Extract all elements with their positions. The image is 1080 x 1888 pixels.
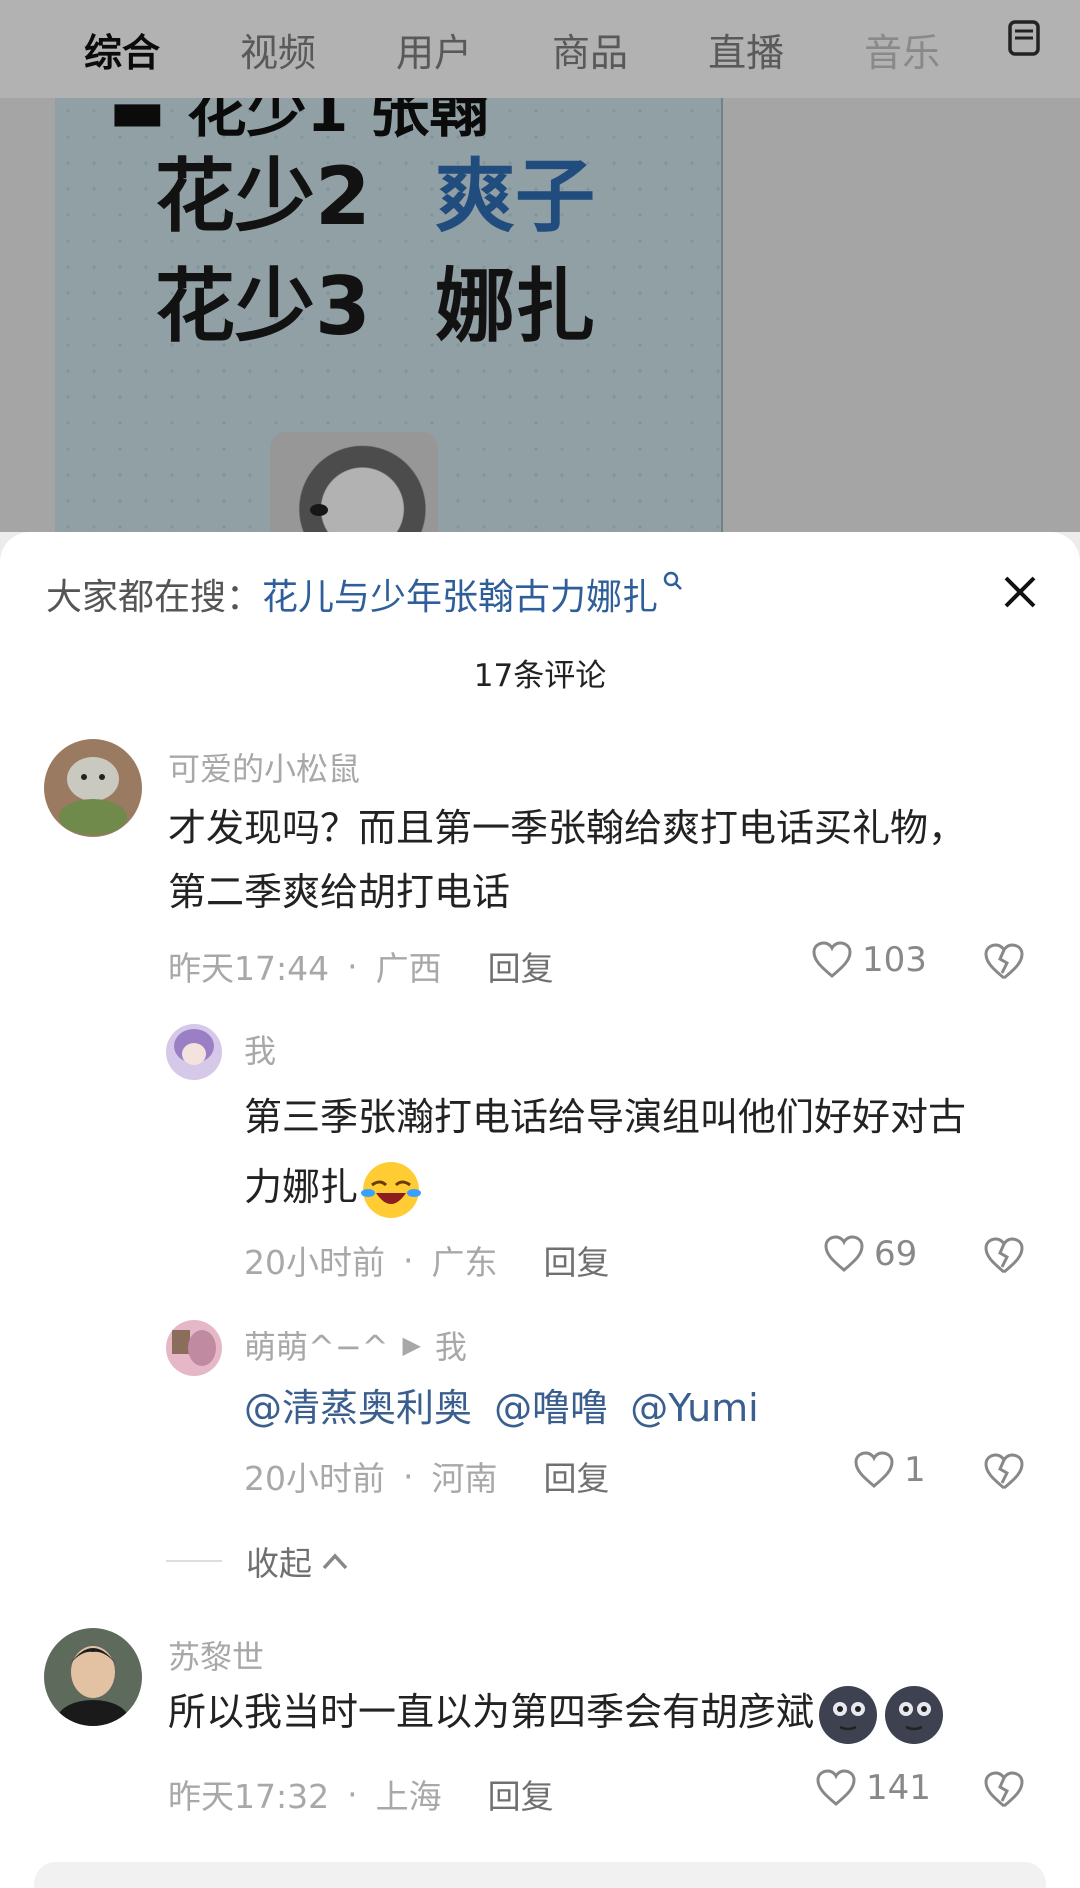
heart-icon [824, 1235, 864, 1272]
comment-username-row: 萌萌^−^ ▶ 我 [244, 1322, 467, 1368]
heart-icon [816, 1769, 856, 1806]
like-count: 69 [874, 1234, 918, 1274]
comment-location: 广东 [431, 1243, 498, 1282]
comment-input-bar[interactable] [34, 1862, 1046, 1888]
collapse-label: 收起 [246, 1544, 312, 1583]
divider [166, 1560, 222, 1562]
like-button[interactable]: 1 [852, 1450, 926, 1490]
broken-heart-icon[interactable] [982, 1452, 1026, 1492]
like-count: 1 [904, 1450, 926, 1490]
avatar[interactable] [44, 739, 142, 837]
avatar[interactable] [166, 1024, 222, 1080]
trending-prefix: 大家都在搜： [46, 577, 263, 618]
comment-location: 河南 [431, 1459, 498, 1498]
broken-heart-icon[interactable] [982, 1770, 1026, 1810]
trending-query-link[interactable]: 花儿与少年张翰古力娜扎 [262, 568, 658, 620]
comment-meta: 20小时前 · 河南 回复 [244, 1452, 610, 1500]
reply-target-username[interactable]: 我 [435, 1322, 467, 1368]
comment-username[interactable]: 苏黎世 [168, 1632, 264, 1678]
mention-link[interactable]: @噜噜 [494, 1386, 608, 1430]
comment-meta: 20小时前 · 广东 回复 [244, 1236, 610, 1284]
laughing-crying-emoji-icon [361, 1161, 422, 1218]
chevron-up-icon [322, 1553, 348, 1570]
comment-text: 所以我当时一直以为第四季会有胡彦斌 [168, 1680, 946, 1747]
close-icon[interactable] [1000, 572, 1040, 612]
reply-to-arrow-icon: ▶ [402, 1331, 421, 1359]
comment-meta: 昨天17:32 · 上海 回复 [168, 1770, 554, 1818]
comment-meta: 昨天17:44 · 广西 回复 [168, 942, 554, 990]
search-icon [663, 571, 682, 590]
avatar[interactable] [44, 1628, 142, 1726]
comment-username[interactable]: 萌萌^−^ [244, 1322, 388, 1368]
mention-link[interactable]: @清蒸奥利奥 [244, 1386, 472, 1430]
comment-text: @清蒸奥利奥 @噜噜 @Yumi [244, 1376, 759, 1440]
like-count: 103 [862, 940, 927, 980]
mention-link[interactable]: @Yumi [630, 1386, 759, 1430]
comment-time: 20小时前 [244, 1243, 385, 1282]
comment-text: 才发现吗？而且第一季张翰给爽打电话买礼物， 第二季爽给胡打电话 [168, 806, 967, 914]
comment-time: 昨天17:44 [168, 949, 330, 988]
comment-location: 广西 [375, 949, 442, 988]
comment-text: 第三季张瀚打电话给导演组叫他们好好对古 力娜扎 [244, 1082, 966, 1222]
like-count: 141 [866, 1768, 931, 1808]
like-button[interactable]: 141 [814, 1768, 931, 1808]
comment-sheet: 大家都在搜： 花儿与少年张翰古力娜扎 17条评论 可爱的小松鼠 才发现吗？而且第… [0, 532, 1080, 1888]
dim-overlay [0, 0, 1080, 532]
comment-count: 17条评论 [473, 658, 607, 694]
collapse-replies-button[interactable]: 收起 [166, 1537, 350, 1585]
reply-button[interactable]: 回复 [488, 1770, 554, 1818]
heart-icon [812, 941, 852, 978]
comment-username[interactable]: 可爱的小松鼠 [168, 744, 360, 790]
comment-time: 昨天17:32 [168, 1777, 330, 1816]
reply-button[interactable]: 回复 [544, 1236, 610, 1284]
new-moon-face-emoji-icon [885, 1685, 944, 1744]
comment-username[interactable]: 我 [244, 1026, 276, 1072]
comment-location: 上海 [375, 1777, 442, 1816]
comment-time: 20小时前 [244, 1459, 385, 1498]
heart-icon [854, 1451, 894, 1488]
new-moon-face-emoji-icon [819, 1685, 878, 1744]
trending-search: 大家都在搜： 花儿与少年张翰古力娜扎 [46, 568, 684, 620]
avatar[interactable] [166, 1320, 222, 1376]
broken-heart-icon[interactable] [982, 942, 1026, 982]
broken-heart-icon[interactable] [982, 1236, 1026, 1276]
reply-button[interactable]: 回复 [488, 942, 554, 990]
reply-button[interactable]: 回复 [544, 1452, 610, 1500]
like-button[interactable]: 103 [810, 940, 927, 980]
like-button[interactable]: 69 [822, 1234, 917, 1274]
